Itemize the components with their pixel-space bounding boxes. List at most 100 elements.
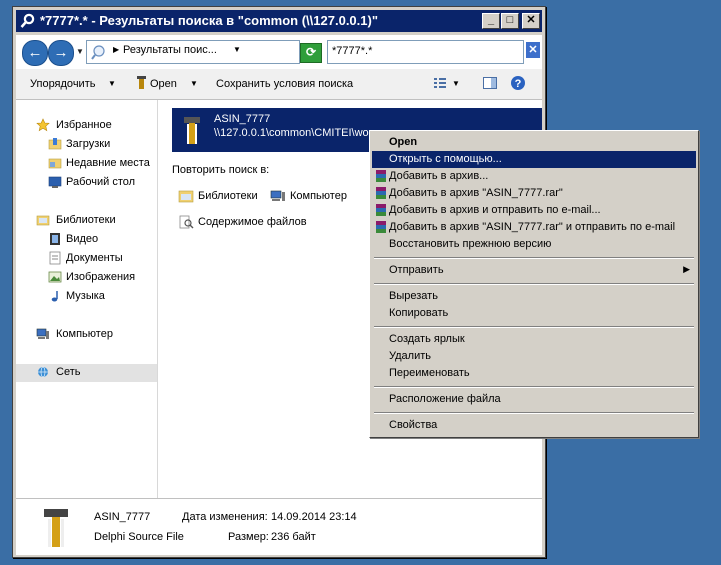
menu-item-restore-previous-version[interactable]: Восстановить прежнюю версию (372, 236, 696, 253)
menu-item-archive-and-email[interactable]: Добавить в архив и отправить по e-mail..… (372, 202, 696, 219)
view-options-icon[interactable] (432, 75, 448, 91)
navigation-pane: Избранное Загрузки Недавние места Рабочи… (16, 100, 158, 498)
file-contents-search-icon (179, 215, 194, 229)
toolbar: Упорядочить ▼ Open ▼ Сохранить условия п… (16, 69, 542, 100)
breadcrumb-arrow-icon[interactable]: ▶ (113, 45, 119, 54)
minimize-button[interactable]: _ (482, 13, 500, 29)
search-input[interactable]: *7777*.* (327, 40, 524, 64)
organize-button[interactable]: Упорядочить (30, 78, 95, 90)
menu-item-send-to[interactable]: Отправить ▶ (372, 262, 696, 279)
search-value: *7777*.* (332, 45, 373, 57)
menu-item-label: Копировать (389, 307, 449, 319)
menu-separator (374, 283, 694, 285)
menu-item-add-to-named-archive[interactable]: Добавить в архив "ASIN_7777.rar" (372, 185, 696, 202)
organize-dropdown-icon[interactable]: ▼ (108, 79, 116, 88)
video-icon (50, 233, 60, 245)
open-button[interactable]: Open (150, 78, 177, 90)
maximize-button[interactable]: □ (501, 13, 519, 29)
recent-pages-dropdown-icon[interactable]: ▼ (76, 47, 84, 56)
delphi-source-file-large-icon (44, 509, 68, 547)
details-pane: ASIN_7777 Delphi Source File Дата измене… (16, 498, 542, 555)
menu-item-cut[interactable]: Вырезать (372, 288, 696, 305)
details-modified-label: Дата изменения: (182, 511, 268, 523)
sidebar-item-documents[interactable]: Документы (16, 250, 157, 268)
menu-separator (374, 386, 694, 388)
close-button[interactable]: ✕ (522, 13, 540, 29)
menu-item-file-location[interactable]: Расположение файла (372, 391, 696, 408)
context-menu: Open Открыть с помощью... Добавить в арх… (369, 130, 699, 438)
search-clear-button[interactable]: ✕ (526, 42, 540, 58)
recent-places-icon (48, 158, 62, 169)
menu-item-named-archive-and-email[interactable]: Добавить в архив "ASIN_7777.rar" и отпра… (372, 219, 696, 236)
menu-item-label: Открыть с помощью... (389, 153, 502, 165)
menu-item-label: Свойства (389, 419, 438, 431)
save-search-button[interactable]: Сохранить условия поиска (216, 78, 353, 90)
sidebar-item-pictures[interactable]: Изображения (16, 269, 157, 287)
music-note-icon (51, 291, 58, 302)
refresh-button[interactable]: ⟳ (300, 43, 322, 63)
title-bar[interactable]: *7777*.* - Результаты поиска в "common (… (16, 10, 542, 32)
sidebar-item-computer[interactable]: Компьютер (16, 326, 157, 344)
preview-pane-icon[interactable] (482, 75, 498, 91)
window-title: *7777*.* - Результаты поиска в "common (… (40, 13, 378, 28)
breadcrumb-dropdown-icon[interactable]: ▼ (233, 45, 241, 54)
menu-item-open-with[interactable]: Открыть с помощью... (372, 151, 696, 168)
libraries-icon (178, 190, 194, 203)
view-dropdown-icon[interactable]: ▼ (452, 79, 460, 88)
winrar-icon (376, 187, 386, 199)
details-size-value: 236 байт (271, 531, 316, 543)
menu-item-rename[interactable]: Переименовать (372, 365, 696, 382)
details-modified-value: 14.09.2014 23:14 (271, 511, 357, 523)
sidebar-label: Загрузки (66, 138, 111, 150)
help-icon[interactable]: ? (510, 75, 526, 91)
menu-item-label: Добавить в архив... (389, 170, 489, 182)
sidebar-item-video[interactable]: Видео (16, 231, 157, 249)
sidebar-label: Библиотеки (56, 214, 116, 226)
details-file-name: ASIN_7777 (94, 511, 151, 523)
menu-item-delete[interactable]: Удалить (372, 348, 696, 365)
menu-item-label: Удалить (389, 350, 431, 362)
winrar-icon (376, 221, 386, 233)
menu-separator (374, 326, 694, 328)
forward-button[interactable]: → (48, 40, 74, 66)
menu-item-create-shortcut[interactable]: Создать ярлык (372, 331, 696, 348)
sidebar-item-network[interactable]: Сеть (16, 364, 157, 382)
submenu-arrow-icon: ▶ (683, 264, 690, 274)
menu-item-label: Open (389, 136, 418, 148)
sidebar-item-recent-places[interactable]: Недавние места (16, 155, 157, 173)
sidebar-label: Рабочий стол (66, 176, 136, 188)
menu-item-properties[interactable]: Свойства (372, 417, 696, 434)
star-icon (36, 118, 50, 132)
menu-item-label: Восстановить прежнюю версию (389, 238, 552, 250)
sidebar-item-favorites[interactable]: Избранное (16, 117, 157, 135)
repeat-search-libraries-label: Библиотеки (198, 190, 258, 202)
menu-item-label: Расположение файла (389, 393, 501, 405)
search-folder-icon (91, 45, 105, 60)
sidebar-item-desktop[interactable]: Рабочий стол (16, 174, 157, 192)
breadcrumb-text[interactable]: Результаты поис... (123, 44, 217, 56)
details-size-label: Размер: (228, 531, 269, 543)
sidebar-label: Видео (66, 233, 99, 245)
menu-item-label: Добавить в архив "ASIN_7777.rar" (389, 187, 563, 199)
open-file-icon[interactable] (134, 75, 150, 91)
back-button[interactable]: ← (22, 40, 48, 66)
menu-separator (374, 257, 694, 259)
computer-icon (270, 190, 285, 201)
menu-item-open[interactable]: Open (372, 134, 696, 151)
menu-item-label: Создать ярлык (389, 333, 465, 345)
computer-icon (36, 328, 49, 339)
menu-item-copy[interactable]: Копировать (372, 305, 696, 322)
winrar-icon (376, 204, 386, 216)
address-bar: ← → ▼ ▶ Результаты поис... ▼ ⟳ *7777*.* … (16, 35, 542, 69)
network-icon (38, 366, 48, 378)
details-file-type: Delphi Source File (94, 531, 184, 543)
menu-item-add-to-archive[interactable]: Добавить в архив... (372, 168, 696, 185)
sidebar-label: Изображения (66, 271, 136, 283)
sidebar-item-libraries[interactable]: Библиотеки (16, 212, 157, 230)
breadcrumb[interactable]: ▶ Результаты поис... ▼ (86, 40, 300, 64)
sidebar-item-downloads[interactable]: Загрузки (16, 136, 157, 154)
downloads-folder-icon (48, 138, 62, 150)
sidebar-item-music[interactable]: Музыка (16, 288, 157, 306)
repeat-search-file-contents-label: Содержимое файлов (198, 216, 307, 228)
open-dropdown-icon[interactable]: ▼ (190, 79, 198, 88)
